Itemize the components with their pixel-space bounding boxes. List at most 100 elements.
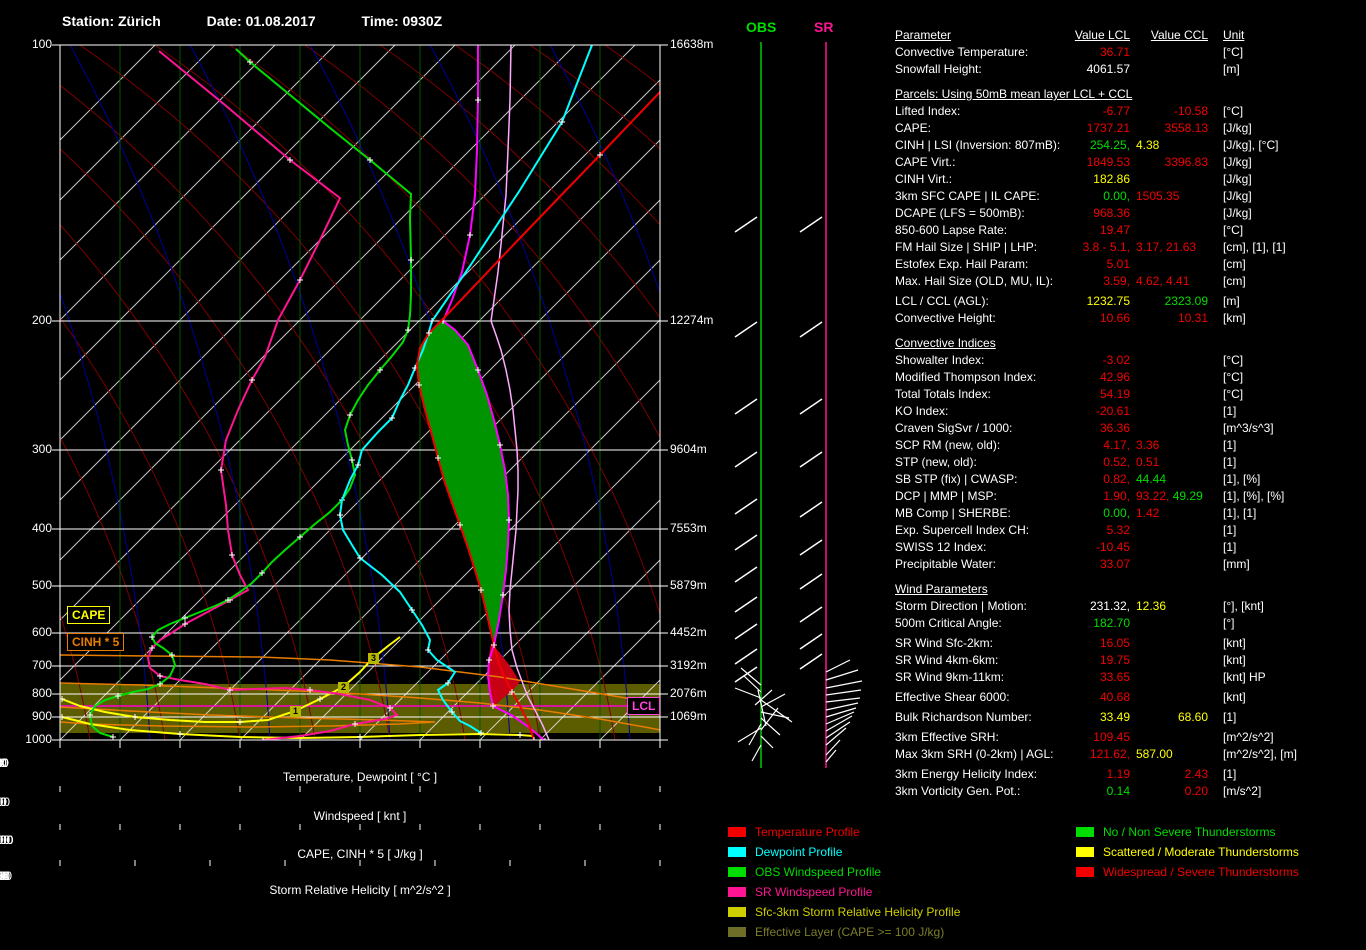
value-part: 19.75	[1099, 653, 1130, 667]
row-label: SR Wind 4km-6km:	[895, 653, 999, 667]
table-row: SR Wind 9km-11km: 33.65 [knt] HP	[895, 669, 1363, 686]
unit-cell: [1]	[1223, 455, 1237, 469]
value-ccl-cell: 3396.83	[1130, 154, 1208, 171]
row-label: SR Wind 9km-11km:	[895, 670, 1005, 684]
table-row: Effective Shear 6000: 40.68 [knt]	[895, 689, 1363, 706]
unit-cell: [°C]	[1223, 387, 1244, 401]
legend-swatch-icon	[728, 927, 746, 937]
legend-label: No / Non Severe Thunderstorms	[1103, 825, 1276, 839]
unit-cell: [cm]	[1223, 257, 1246, 271]
value-part: 36.71	[1099, 45, 1130, 59]
table-row: SCP RM (new, old): 4.17, 3.36 [1]	[895, 437, 1363, 454]
value-part: 19.47	[1099, 223, 1130, 237]
value-lcl-cell: 109.45	[1065, 729, 1130, 746]
value-part: 1.90,	[1103, 489, 1130, 503]
row-label: CINH Virt.:	[895, 172, 953, 186]
row-label: 850-600 Lapse Rate:	[895, 223, 1008, 237]
time-label: Time: 0930Z	[361, 13, 443, 29]
row-label: CINH | LSI (Inversion: 807mB):	[895, 138, 1061, 152]
value-lcl-cell: 33.07	[1065, 556, 1130, 573]
table-row: Lifted Index: -6.77 -10.58 [°C]	[895, 103, 1363, 120]
row-label: Bulk Richardson Number:	[895, 710, 1032, 724]
value-part: 0.51	[1136, 455, 1160, 469]
value-ccl-cell: 10.31	[1130, 310, 1208, 327]
value-extra-cell	[1130, 652, 1208, 669]
table-row: 850-600 Lapse Rate: 19.47 [°C]	[895, 222, 1363, 239]
value-lcl-cell: 1232.75	[1065, 293, 1130, 310]
cape-tick-label: 3000	[0, 833, 14, 847]
value-part: 231.32,	[1089, 599, 1130, 613]
value-lcl-cell: 16.05	[1065, 635, 1130, 652]
value-part: 0.00,	[1103, 506, 1130, 520]
value-extra-cell: 44.44	[1130, 471, 1208, 488]
value-ccl-cell: 68.60	[1130, 709, 1208, 726]
value-extra-cell	[1130, 171, 1208, 188]
unit-cell: [1]	[1223, 523, 1237, 537]
value-lcl-cell: 36.71	[1065, 44, 1130, 61]
value-extra-cell	[1130, 615, 1208, 632]
value-extra-cell: 0.51	[1130, 454, 1208, 471]
pressure-label: 900	[31, 709, 52, 723]
value-extra-cell	[1130, 556, 1208, 573]
row-label: LCL / CCL (AGL):	[895, 294, 989, 308]
table-section-title: Convective Indices	[895, 336, 996, 350]
value-extra-cell	[1130, 205, 1208, 222]
row-label: 3km SFC CAPE | IL CAPE:	[895, 189, 1040, 203]
unit-cell: [cm]	[1223, 274, 1246, 288]
table-row: Total Totals Index: 54.19 [°C]	[895, 386, 1363, 403]
value-lcl-cell: 10.66	[1065, 310, 1130, 327]
legend-swatch-icon	[728, 887, 746, 897]
value-part: 3396.83	[1164, 155, 1208, 169]
table-row: CAPE: 1737.21 3558.13 [J/kg]	[895, 120, 1363, 137]
value-part: 0.00,	[1103, 189, 1130, 203]
unit-cell: [knt]	[1223, 653, 1246, 667]
value-part: 2323.09	[1164, 294, 1208, 308]
legend-label: Scattered / Moderate Thunderstorms	[1103, 845, 1299, 859]
unit-cell: [1]	[1223, 540, 1237, 554]
value-part: 3558.13	[1164, 121, 1208, 135]
legend-swatch-icon	[1076, 847, 1094, 857]
value-part: 3.8 - 5.1,	[1082, 240, 1130, 254]
row-label: Showalter Index:	[895, 353, 985, 367]
value-part: 4.41	[1162, 274, 1190, 288]
value-part: 33.65	[1099, 670, 1130, 684]
value-extra-cell: 93.22, 49.29	[1130, 488, 1208, 505]
windspeed-tick-label: 100	[0, 795, 11, 809]
value-lcl-cell: 40.68	[1065, 689, 1130, 706]
value-part: 1505.35	[1136, 189, 1180, 203]
unit-cell: [cm], [1], [1]	[1223, 240, 1286, 254]
height-label: 1069m	[670, 709, 707, 723]
value-lcl-cell: 5.01	[1065, 256, 1130, 273]
value-extra-cell	[1130, 403, 1208, 420]
value-part: 1232.75	[1086, 294, 1130, 308]
value-extra-cell: 1.42	[1130, 505, 1208, 522]
unit-cell: [J/kg]	[1223, 189, 1252, 203]
table-row: Storm Direction | Motion: 231.32, 12.36 [°]…	[895, 598, 1363, 615]
value-part: -3.02	[1102, 353, 1130, 367]
pressure-label: 600	[31, 625, 52, 639]
value-part: 4061.57	[1086, 62, 1130, 76]
value-lcl-cell: 254.25,	[1065, 137, 1130, 154]
table-row: Max. Hail Size (OLD, MU, IL): 3.59, 4.62, …	[895, 273, 1363, 290]
table-row: 3km Effective SRH: 109.45 [m^2/s^2]	[895, 729, 1363, 746]
row-label: Total Totals Index:	[895, 387, 991, 401]
legend-swatch-icon	[728, 867, 746, 877]
table-row: Showalter Index: -3.02 [°C]	[895, 352, 1363, 369]
legend-label: Temperature Profile	[755, 825, 860, 839]
value-part: 182.70	[1093, 616, 1130, 630]
value-extra-cell	[1130, 539, 1208, 556]
value-ccl-cell: 3558.13	[1130, 120, 1208, 137]
value-lcl-cell: 968.36	[1065, 205, 1130, 222]
value-lcl-cell: 182.86	[1065, 171, 1130, 188]
height-label: 7553m	[670, 521, 707, 535]
height-label: 2076m	[670, 686, 707, 700]
value-ccl-cell: -10.58	[1130, 103, 1208, 120]
value-extra-cell	[1130, 669, 1208, 686]
unit-cell: [m]	[1223, 294, 1240, 308]
value-extra-cell	[1130, 729, 1208, 746]
height-label: 3192m	[670, 658, 707, 672]
height-label: 4452m	[670, 625, 707, 639]
unit-cell: [knt]	[1223, 690, 1246, 704]
row-label: Convective Height:	[895, 311, 996, 325]
row-label: Convective Temperature:	[895, 45, 1029, 59]
